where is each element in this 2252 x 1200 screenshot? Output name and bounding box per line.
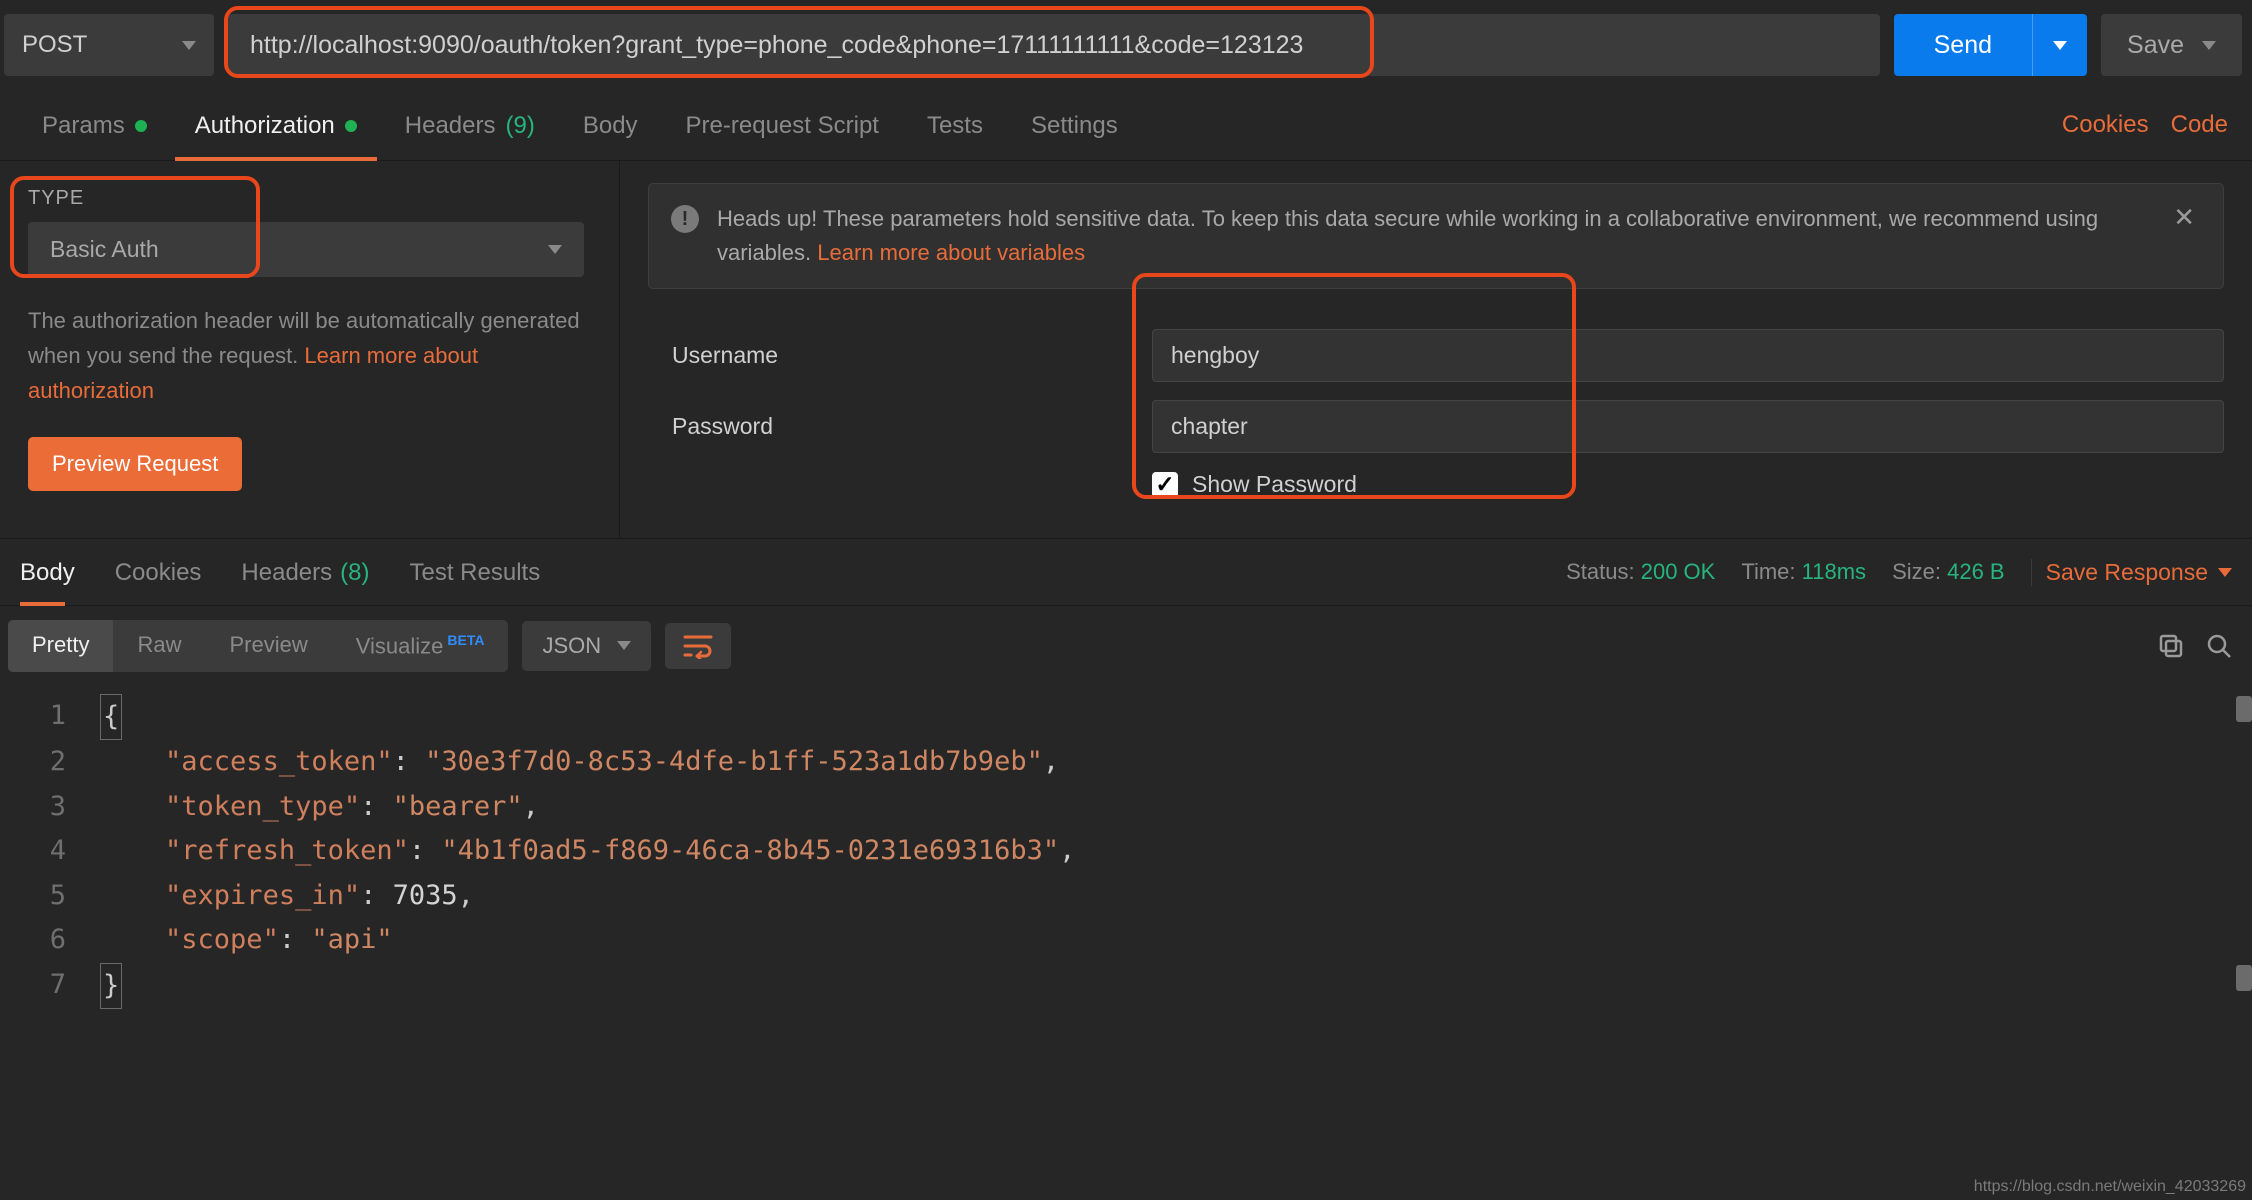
- format-select[interactable]: JSON: [522, 621, 651, 671]
- wrap-lines-button[interactable]: [665, 623, 731, 669]
- size-value: 426 B: [1947, 559, 2005, 584]
- info-icon: !: [671, 205, 699, 233]
- send-label: Send: [1894, 31, 2032, 60]
- scrollbar-thumb[interactable]: [2236, 696, 2252, 722]
- tab-body[interactable]: Body: [559, 90, 662, 160]
- view-visualize[interactable]: VisualizeBETA: [332, 620, 509, 671]
- line-number: 2: [0, 740, 100, 785]
- line-number: 3: [0, 785, 100, 830]
- chevron-down-icon: [2218, 568, 2232, 577]
- view-pretty[interactable]: Pretty: [8, 620, 113, 671]
- watermark: https://blog.csdn.net/weixin_42033269: [1974, 1178, 2246, 1196]
- line-number: 6: [0, 918, 100, 963]
- line-number: 4: [0, 829, 100, 874]
- auth-type-select[interactable]: Basic Auth: [28, 222, 584, 277]
- view-raw[interactable]: Raw: [113, 620, 205, 671]
- response-body[interactable]: 1{ 2 "access_token": "30e3f7d0-8c53-4dfe…: [0, 686, 2252, 1030]
- save-button[interactable]: Save: [2101, 14, 2242, 76]
- chevron-down-icon: [182, 41, 196, 50]
- cookies-link[interactable]: Cookies: [2062, 111, 2149, 139]
- preview-request-button[interactable]: Preview Request: [28, 437, 242, 491]
- checkbox-checked-icon: ✓: [1152, 472, 1178, 498]
- status-value: 200 OK: [1641, 559, 1716, 584]
- response-tab-cookies[interactable]: Cookies: [95, 539, 222, 605]
- time-value: 118ms: [1802, 559, 1866, 584]
- response-tab-headers[interactable]: Headers (8): [221, 539, 389, 605]
- save-response-button[interactable]: Save Response: [2031, 559, 2232, 586]
- chevron-down-icon: [2053, 41, 2067, 50]
- line-number: 7: [0, 963, 100, 1010]
- url-value: http://localhost:9090/oauth/token?grant_…: [250, 31, 1303, 60]
- show-password-toggle[interactable]: ✓ Show Password: [1152, 471, 2224, 498]
- username-input[interactable]: hengboy: [1152, 329, 2224, 382]
- tab-authorization[interactable]: Authorization: [171, 90, 381, 160]
- view-preview[interactable]: Preview: [205, 620, 331, 671]
- line-number: 5: [0, 874, 100, 919]
- url-input[interactable]: http://localhost:9090/oauth/token?grant_…: [228, 14, 1880, 76]
- auth-type-label: TYPE: [28, 187, 591, 210]
- tab-params[interactable]: Params: [18, 90, 171, 160]
- send-button[interactable]: Send: [1894, 14, 2087, 76]
- wrap-icon: [683, 633, 713, 659]
- response-tab-body[interactable]: Body: [20, 539, 95, 605]
- tab-settings[interactable]: Settings: [1007, 90, 1142, 160]
- http-method-value: POST: [22, 31, 87, 59]
- copy-icon[interactable]: [2158, 633, 2184, 659]
- chevron-down-icon: [2202, 41, 2216, 50]
- send-dropdown[interactable]: [2032, 14, 2087, 76]
- tab-headers[interactable]: Headers (9): [381, 90, 559, 160]
- auth-description: The authorization header will be automat…: [28, 303, 591, 409]
- auth-type-value: Basic Auth: [50, 236, 159, 263]
- close-banner-button[interactable]: ✕: [2167, 202, 2201, 232]
- learn-variables-link[interactable]: Learn more about variables: [817, 240, 1085, 265]
- password-label: Password: [672, 413, 1152, 440]
- scrollbar-thumb[interactable]: [2236, 965, 2252, 991]
- password-input[interactable]: chapter: [1152, 400, 2224, 453]
- line-number: 1: [0, 694, 100, 741]
- chevron-down-icon: [617, 641, 631, 650]
- username-label: Username: [672, 342, 1152, 369]
- response-tab-tests[interactable]: Test Results: [389, 539, 560, 605]
- view-mode-group: Pretty Raw Preview VisualizeBETA: [8, 620, 508, 671]
- active-dot-icon: [135, 120, 147, 132]
- chevron-down-icon: [548, 245, 562, 254]
- tab-prerequest[interactable]: Pre-request Script: [662, 90, 903, 160]
- info-banner: ! Heads up! These parameters hold sensit…: [648, 183, 2224, 289]
- search-icon[interactable]: [2206, 633, 2232, 659]
- code-link[interactable]: Code: [2171, 111, 2228, 139]
- tab-tests[interactable]: Tests: [903, 90, 1007, 160]
- active-dot-icon: [345, 120, 357, 132]
- http-method-select[interactable]: POST: [4, 14, 214, 76]
- save-label: Save: [2127, 31, 2184, 60]
